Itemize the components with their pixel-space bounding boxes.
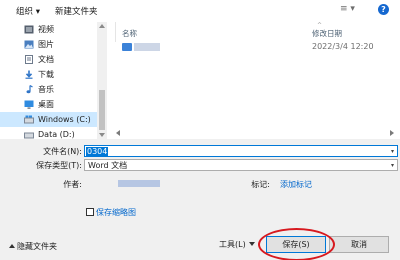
column-divider bbox=[115, 22, 116, 42]
tools-menu[interactable]: 工具(L) bbox=[219, 239, 255, 250]
nav-item-label: Data (D:) bbox=[38, 130, 75, 139]
tags-label: 标记: bbox=[251, 180, 270, 189]
save-thumbnail-label[interactable]: 保存缩略图 bbox=[96, 207, 136, 218]
nav-item-label: 音乐 bbox=[38, 85, 54, 94]
author-value[interactable]: 作者 bbox=[118, 180, 160, 187]
chevron-down-icon bbox=[248, 242, 255, 246]
filetype-value: Word 文档 bbox=[88, 161, 128, 170]
toolbar: 组织 ▾ 新建文件夹 ≡ ▾ ? bbox=[0, 0, 400, 22]
video-icon bbox=[24, 25, 34, 34]
music-icon bbox=[26, 85, 33, 94]
nav-item-label: 下载 bbox=[38, 70, 54, 79]
nav-item-label: 文档 bbox=[38, 55, 54, 64]
nav-item-downloads[interactable]: 下载 bbox=[0, 67, 97, 82]
save-thumbnail-checkbox[interactable] bbox=[86, 208, 94, 216]
nav-item-label: Windows (C:) bbox=[38, 115, 91, 124]
nav-item-label: 图片 bbox=[38, 40, 54, 49]
hide-folders-label: 隐藏文件夹 bbox=[17, 242, 57, 251]
nav-item-data-d[interactable]: Data (D:) bbox=[0, 127, 97, 139]
column-header-name[interactable]: 名称 bbox=[122, 28, 137, 39]
scrollbar-thumb[interactable] bbox=[99, 90, 105, 130]
filename-label: 文件名(N): bbox=[43, 147, 82, 156]
filetype-label: 保存类型(T): bbox=[36, 161, 82, 170]
cancel-button[interactable]: 取消 bbox=[329, 236, 389, 253]
scroll-left-icon[interactable] bbox=[116, 130, 120, 136]
save-form: 文件名(N): 0304 ▾ 保存类型(T): Word 文档 ▾ 作者: 作者… bbox=[0, 139, 400, 260]
drive-icon bbox=[24, 115, 34, 124]
add-tags-link[interactable]: 添加标记 bbox=[280, 179, 312, 190]
scroll-right-icon[interactable] bbox=[390, 130, 394, 136]
file-modified-date: 2022/3/4 12:20 bbox=[312, 42, 374, 51]
hide-folders-toggle[interactable]: 隐藏文件夹 bbox=[9, 241, 57, 252]
organize-label: 组织 bbox=[16, 7, 34, 17]
filename-value: 0304 bbox=[86, 147, 109, 156]
drive-icon bbox=[24, 132, 34, 139]
tools-label: 工具(L) bbox=[219, 240, 246, 249]
organize-chevron-icon: ▾ bbox=[35, 7, 40, 17]
nav-item-videos[interactable]: 视频 bbox=[0, 22, 97, 37]
file-name[interactable]: 文件 bbox=[134, 43, 160, 51]
save-button[interactable]: 保存(S) bbox=[266, 236, 326, 253]
documents-icon bbox=[25, 55, 33, 64]
author-label: 作者: bbox=[63, 180, 82, 189]
filetype-select[interactable]: Word 文档 ▾ bbox=[84, 159, 398, 171]
column-header-modified[interactable]: 修改日期 bbox=[312, 28, 342, 39]
file-list: ^ 名称 修改日期 文件 2022/3/4 12:20 bbox=[112, 22, 400, 139]
organize-menu[interactable]: 组织 ▾ bbox=[16, 5, 40, 17]
file-list-hscrollbar[interactable] bbox=[112, 127, 400, 139]
chevron-down-icon[interactable]: ▾ bbox=[391, 162, 394, 169]
filename-input[interactable]: 0304 ▾ bbox=[84, 145, 398, 157]
nav-scrollbar[interactable] bbox=[97, 22, 107, 139]
nav-item-pictures[interactable]: 图片 bbox=[0, 37, 97, 52]
nav-item-label: 桌面 bbox=[38, 100, 54, 109]
nav-item-desktop[interactable]: 桌面 bbox=[0, 97, 97, 112]
view-options-icon[interactable]: ≡ ▾ bbox=[340, 4, 362, 18]
file-icon bbox=[122, 43, 132, 51]
nav-item-music[interactable]: 音乐 bbox=[0, 82, 97, 97]
help-icon[interactable]: ? bbox=[378, 4, 389, 15]
nav-item-label: 视频 bbox=[38, 25, 54, 34]
scroll-down-icon[interactable] bbox=[99, 133, 105, 137]
new-folder-button[interactable]: 新建文件夹 bbox=[55, 5, 98, 17]
pictures-icon bbox=[24, 40, 34, 49]
navigation-pane: 视频 图片 文档 下载 音乐 桌面 Windows (C:) Data (D:) bbox=[0, 22, 107, 139]
chevron-up-icon bbox=[9, 244, 15, 248]
desktop-icon bbox=[24, 100, 34, 109]
nav-item-documents[interactable]: 文档 bbox=[0, 52, 97, 67]
nav-item-windows-c[interactable]: Windows (C:) bbox=[0, 112, 97, 127]
scroll-up-icon[interactable] bbox=[99, 24, 105, 28]
downloads-icon bbox=[25, 70, 33, 79]
chevron-down-icon[interactable]: ▾ bbox=[391, 148, 394, 155]
